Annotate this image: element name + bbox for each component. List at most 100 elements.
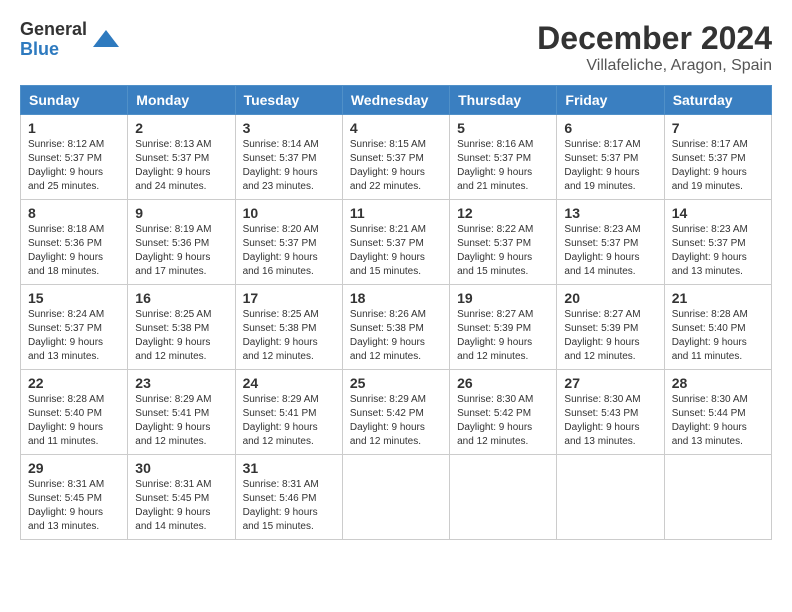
day-number: 23: [135, 375, 227, 391]
day-number: 24: [243, 375, 335, 391]
day-number: 3: [243, 120, 335, 136]
calendar-header-row: SundayMondayTuesdayWednesdayThursdayFrid…: [21, 86, 772, 115]
week-row-4: 22 Sunrise: 8:28 AMSunset: 5:40 PMDayligh…: [21, 370, 772, 455]
month-year-title: December 2024: [537, 20, 772, 57]
day-number: 14: [672, 205, 764, 221]
day-info: Sunrise: 8:21 AMSunset: 5:37 PMDaylight:…: [350, 223, 442, 279]
calendar-cell: 5Sunrise: 8:16 AMSunset: 5:37 PMDaylight…: [450, 115, 557, 200]
calendar-cell: 2 Sunrise: 8:13 AMSunset: 5:37 PMDaylight…: [128, 115, 235, 200]
day-info: Sunrise: 8:23 AMSunset: 5:37 PMDaylight:…: [564, 223, 656, 279]
calendar-cell: 29Sunrise: 8:31 AMSunset: 5:45 PMDayligh…: [21, 455, 128, 540]
calendar-cell: [342, 455, 449, 540]
title-block: December 2024 Villafeliche, Aragon, Spai…: [537, 20, 772, 75]
calendar-table: SundayMondayTuesdayWednesdayThursdayFrid…: [20, 85, 772, 540]
day-number: 18: [350, 290, 442, 306]
day-info: Sunrise: 8:14 AMSunset: 5:37 PMDaylight:…: [243, 138, 335, 194]
calendar-cell: 3 Sunrise: 8:14 AMSunset: 5:37 PMDaylight…: [235, 115, 342, 200]
day-number: 25: [350, 375, 442, 391]
day-info: Sunrise: 8:25 AMSunset: 5:38 PMDaylight:…: [135, 308, 227, 364]
day-number: 2: [135, 120, 227, 136]
column-header-thursday: Thursday: [450, 86, 557, 115]
logo: General Blue: [20, 20, 121, 60]
day-number: 31: [243, 460, 335, 476]
logo-blue-text: Blue: [20, 40, 87, 60]
calendar-cell: 9Sunrise: 8:19 AMSunset: 5:36 PMDaylight…: [128, 200, 235, 285]
day-info: Sunrise: 8:31 AMSunset: 5:45 PMDaylight:…: [135, 478, 227, 534]
day-number: 19: [457, 290, 549, 306]
day-info: Sunrise: 8:24 AMSunset: 5:37 PMDaylight:…: [28, 308, 120, 364]
day-info: Sunrise: 8:27 AMSunset: 5:39 PMDaylight:…: [457, 308, 549, 364]
calendar-cell: 15 Sunrise: 8:24 AMSunset: 5:37 PMDayligh…: [21, 285, 128, 370]
day-info: Sunrise: 8:25 AMSunset: 5:38 PMDaylight:…: [243, 308, 335, 364]
calendar-cell: 20 Sunrise: 8:27 AMSunset: 5:39 PMDayligh…: [557, 285, 664, 370]
day-info: Sunrise: 8:22 AMSunset: 5:37 PMDaylight:…: [457, 223, 549, 279]
day-number: 22: [28, 375, 120, 391]
day-number: 28: [672, 375, 764, 391]
day-number: 15: [28, 290, 120, 306]
logo-general-text: General: [20, 20, 87, 40]
week-row-3: 15 Sunrise: 8:24 AMSunset: 5:37 PMDayligh…: [21, 285, 772, 370]
calendar-cell: 16Sunrise: 8:25 AMSunset: 5:38 PMDayligh…: [128, 285, 235, 370]
calendar-cell: 25 Sunrise: 8:29 AMSunset: 5:42 PMDayligh…: [342, 370, 449, 455]
calendar-cell: [557, 455, 664, 540]
column-header-saturday: Saturday: [664, 86, 771, 115]
day-info: Sunrise: 8:15 AMSunset: 5:37 PMDaylight:…: [350, 138, 442, 194]
week-row-1: 1 Sunrise: 8:12 AMSunset: 5:37 PMDaylight…: [21, 115, 772, 200]
calendar-cell: 4 Sunrise: 8:15 AMSunset: 5:37 PMDaylight…: [342, 115, 449, 200]
calendar-cell: 14 Sunrise: 8:23 AMSunset: 5:37 PMDayligh…: [664, 200, 771, 285]
calendar-cell: 1 Sunrise: 8:12 AMSunset: 5:37 PMDaylight…: [21, 115, 128, 200]
calendar-cell: 19 Sunrise: 8:27 AMSunset: 5:39 PMDayligh…: [450, 285, 557, 370]
day-number: 27: [564, 375, 656, 391]
day-number: 20: [564, 290, 656, 306]
day-info: Sunrise: 8:17 AMSunset: 5:37 PMDaylight:…: [672, 138, 764, 194]
calendar-cell: 23 Sunrise: 8:29 AMSunset: 5:41 PMDayligh…: [128, 370, 235, 455]
calendar-cell: 24 Sunrise: 8:29 AMSunset: 5:41 PMDayligh…: [235, 370, 342, 455]
calendar-cell: [664, 455, 771, 540]
calendar-cell: 27 Sunrise: 8:30 AMSunset: 5:43 PMDayligh…: [557, 370, 664, 455]
column-header-monday: Monday: [128, 86, 235, 115]
day-info: Sunrise: 8:19 AMSunset: 5:36 PMDaylight:…: [135, 223, 227, 279]
day-number: 26: [457, 375, 549, 391]
calendar-cell: 28 Sunrise: 8:30 AMSunset: 5:44 PMDayligh…: [664, 370, 771, 455]
calendar-cell: 21Sunrise: 8:28 AMSunset: 5:40 PMDayligh…: [664, 285, 771, 370]
day-info: Sunrise: 8:29 AMSunset: 5:42 PMDaylight:…: [350, 393, 442, 449]
week-row-5: 29Sunrise: 8:31 AMSunset: 5:45 PMDayligh…: [21, 455, 772, 540]
day-info: Sunrise: 8:30 AMSunset: 5:43 PMDaylight:…: [564, 393, 656, 449]
calendar-cell: 8Sunrise: 8:18 AMSunset: 5:36 PMDaylight…: [21, 200, 128, 285]
calendar-cell: 22 Sunrise: 8:28 AMSunset: 5:40 PMDayligh…: [21, 370, 128, 455]
day-number: 30: [135, 460, 227, 476]
calendar-cell: 31 Sunrise: 8:31 AMSunset: 5:46 PMDayligh…: [235, 455, 342, 540]
calendar-cell: 26Sunrise: 8:30 AMSunset: 5:42 PMDayligh…: [450, 370, 557, 455]
day-info: Sunrise: 8:13 AMSunset: 5:37 PMDaylight:…: [135, 138, 227, 194]
day-info: Sunrise: 8:23 AMSunset: 5:37 PMDaylight:…: [672, 223, 764, 279]
calendar-cell: 13Sunrise: 8:23 AMSunset: 5:37 PMDayligh…: [557, 200, 664, 285]
column-header-sunday: Sunday: [21, 86, 128, 115]
logo-icon: [91, 25, 121, 55]
day-number: 17: [243, 290, 335, 306]
calendar-cell: 7 Sunrise: 8:17 AMSunset: 5:37 PMDaylight…: [664, 115, 771, 200]
day-number: 4: [350, 120, 442, 136]
day-info: Sunrise: 8:27 AMSunset: 5:39 PMDaylight:…: [564, 308, 656, 364]
column-header-tuesday: Tuesday: [235, 86, 342, 115]
day-number: 12: [457, 205, 549, 221]
day-info: Sunrise: 8:28 AMSunset: 5:40 PMDaylight:…: [28, 393, 120, 449]
calendar-cell: 18Sunrise: 8:26 AMSunset: 5:38 PMDayligh…: [342, 285, 449, 370]
column-header-friday: Friday: [557, 86, 664, 115]
day-number: 7: [672, 120, 764, 136]
day-number: 10: [243, 205, 335, 221]
week-row-2: 8Sunrise: 8:18 AMSunset: 5:36 PMDaylight…: [21, 200, 772, 285]
calendar-cell: 6Sunrise: 8:17 AMSunset: 5:37 PMDaylight…: [557, 115, 664, 200]
location-subtitle: Villafeliche, Aragon, Spain: [537, 57, 772, 75]
day-info: Sunrise: 8:29 AMSunset: 5:41 PMDaylight:…: [135, 393, 227, 449]
day-number: 21: [672, 290, 764, 306]
day-info: Sunrise: 8:12 AMSunset: 5:37 PMDaylight:…: [28, 138, 120, 194]
day-info: Sunrise: 8:30 AMSunset: 5:44 PMDaylight:…: [672, 393, 764, 449]
day-info: Sunrise: 8:31 AMSunset: 5:46 PMDaylight:…: [243, 478, 335, 534]
day-info: Sunrise: 8:16 AMSunset: 5:37 PMDaylight:…: [457, 138, 549, 194]
calendar-cell: 30 Sunrise: 8:31 AMSunset: 5:45 PMDayligh…: [128, 455, 235, 540]
day-info: Sunrise: 8:29 AMSunset: 5:41 PMDaylight:…: [243, 393, 335, 449]
day-number: 1: [28, 120, 120, 136]
day-info: Sunrise: 8:20 AMSunset: 5:37 PMDaylight:…: [243, 223, 335, 279]
calendar-cell: 10 Sunrise: 8:20 AMSunset: 5:37 PMDayligh…: [235, 200, 342, 285]
page-header: General Blue December 2024 Villafeliche,…: [20, 20, 772, 75]
